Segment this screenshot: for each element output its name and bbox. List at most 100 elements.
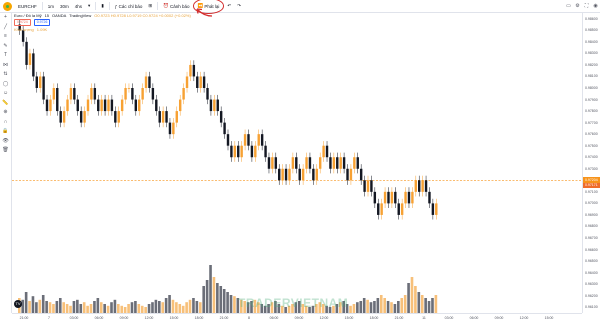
candle-body [387, 191, 390, 204]
candle-body [90, 88, 93, 100]
candle-body [165, 111, 168, 123]
volume-bar [373, 301, 376, 313]
redo-icon[interactable]: ↷ [234, 0, 244, 12]
time-tick-label: 12:00 [144, 316, 154, 320]
candles-icon[interactable]: ▮ [98, 0, 106, 12]
time-tick-label: 7 [48, 316, 50, 320]
trash-icon[interactable]: 🗑 [0, 146, 11, 156]
magnet-icon[interactable]: ∩ [0, 118, 11, 128]
crosshair-icon[interactable]: + [0, 13, 11, 23]
candle-body [250, 145, 254, 158]
indicators-icon: ƒ [114, 3, 118, 9]
eye-icon[interactable]: 👁 [0, 137, 11, 147]
candle-body [271, 157, 274, 169]
divider [108, 2, 110, 10]
camera-icon[interactable]: ◉ [591, 3, 600, 9]
candle-body [73, 88, 76, 100]
interval-30m[interactable]: 30m [57, 0, 72, 12]
fib-icon[interactable]: ≡ [0, 32, 11, 42]
sell-button[interactable]: 0.9724 [14, 19, 31, 26]
prediction-icon[interactable]: ⇅ [0, 70, 11, 80]
volume-bar [158, 301, 161, 313]
layout-icon[interactable]: ▭ [564, 3, 573, 9]
volume-bar [349, 305, 352, 313]
ruler-icon[interactable]: 📏 [0, 99, 11, 109]
symbol-search[interactable]: EURCHF [15, 0, 40, 12]
volume-bar [76, 299, 79, 313]
volume-bar [103, 304, 106, 313]
candle-body [424, 180, 428, 192]
candle-body [83, 111, 86, 123]
volume-bar [400, 298, 404, 313]
indicators-button[interactable]: ƒ Các chỉ báo [112, 0, 146, 12]
price-chart[interactable] [12, 13, 582, 313]
candle-body [66, 99, 69, 112]
candle-body [339, 157, 342, 169]
candle-body [329, 157, 332, 169]
icons-icon[interactable]: ☺ [0, 89, 11, 99]
interval-1m[interactable]: 1m [45, 0, 57, 12]
volume-bar [89, 304, 93, 313]
price-tick-label: 0.96500 [585, 259, 598, 264]
settings-gear-icon[interactable]: ⚙ [573, 3, 582, 9]
volume-bar [117, 304, 120, 313]
divider [95, 2, 97, 10]
candle-body [45, 99, 49, 112]
pattern-icon[interactable]: ⋈ [0, 61, 11, 71]
lock-icon[interactable]: 🔒 [0, 127, 11, 137]
volume-bar [45, 301, 48, 313]
price-tick-label: 0.98600 [585, 16, 598, 21]
candle-body [315, 168, 318, 181]
templates-icon[interactable]: ⊞ [145, 0, 155, 12]
volume-bar [86, 305, 89, 313]
interval-4h[interactable]: 4hs [72, 0, 85, 12]
volume-bar [427, 301, 431, 313]
candle-body [295, 157, 298, 169]
candle-body [86, 99, 90, 112]
volume-bar [106, 305, 110, 313]
alert-button[interactable]: ⏰ Cảnh báo [160, 0, 192, 12]
text-icon[interactable]: T [0, 51, 11, 61]
candle-body [349, 168, 353, 181]
trendline-icon[interactable]: ╱ [0, 23, 11, 33]
volume-bar [24, 292, 28, 313]
brush-icon[interactable]: ✎ [0, 42, 11, 52]
candle-body [213, 99, 216, 112]
volume-bar [390, 302, 393, 313]
volume-bar [434, 295, 438, 313]
candle-body [230, 145, 233, 158]
time-axis[interactable]: 21:00 7 03:00 06:00 09:00 12:00 15:00 18:00 21:0… [12, 313, 582, 324]
volume-bar [161, 302, 165, 313]
buy-button[interactable]: 0.9726 [33, 19, 51, 26]
volume-bar [414, 286, 417, 313]
candle-body [42, 76, 45, 100]
price-tick-label: 0.98100 [585, 74, 598, 79]
candle-body [206, 88, 209, 100]
fullscreen-icon[interactable]: ⛶ [582, 3, 591, 9]
candle-body [254, 145, 257, 158]
volume-bar [383, 298, 386, 313]
zoom-icon[interactable]: ⊕ [0, 108, 11, 118]
volume-bar [424, 298, 427, 313]
volume-bar [229, 295, 233, 313]
price-tick-label: 0.98200 [585, 62, 598, 67]
candle-body [25, 41, 28, 65]
time-tick-label: 8 [248, 316, 250, 320]
volume-bar [195, 301, 199, 313]
legend-exchange: OANDA [52, 13, 67, 18]
volume-value: 1.09K [36, 26, 48, 32]
volume-bar [222, 289, 226, 313]
price-tick-label: 0.96400 [585, 270, 598, 275]
price-axis[interactable]: 0.98600 0.98500 0.98400 0.98300 0.98200 0.981… [582, 13, 600, 313]
volume-bar [407, 283, 410, 313]
undo-icon[interactable]: ↶ [224, 0, 234, 12]
chevron-down-icon[interactable]: ▾ [85, 0, 93, 12]
price-tick-label: 0.97700 [585, 120, 598, 125]
candle-body [267, 157, 271, 169]
volume-bar [164, 298, 168, 313]
volume-bar [188, 299, 192, 313]
candle-body [233, 145, 237, 158]
candle-body [151, 88, 155, 100]
app-logo-icon[interactable] [3, 1, 12, 11]
shapes-icon[interactable]: ◯ [0, 80, 11, 90]
